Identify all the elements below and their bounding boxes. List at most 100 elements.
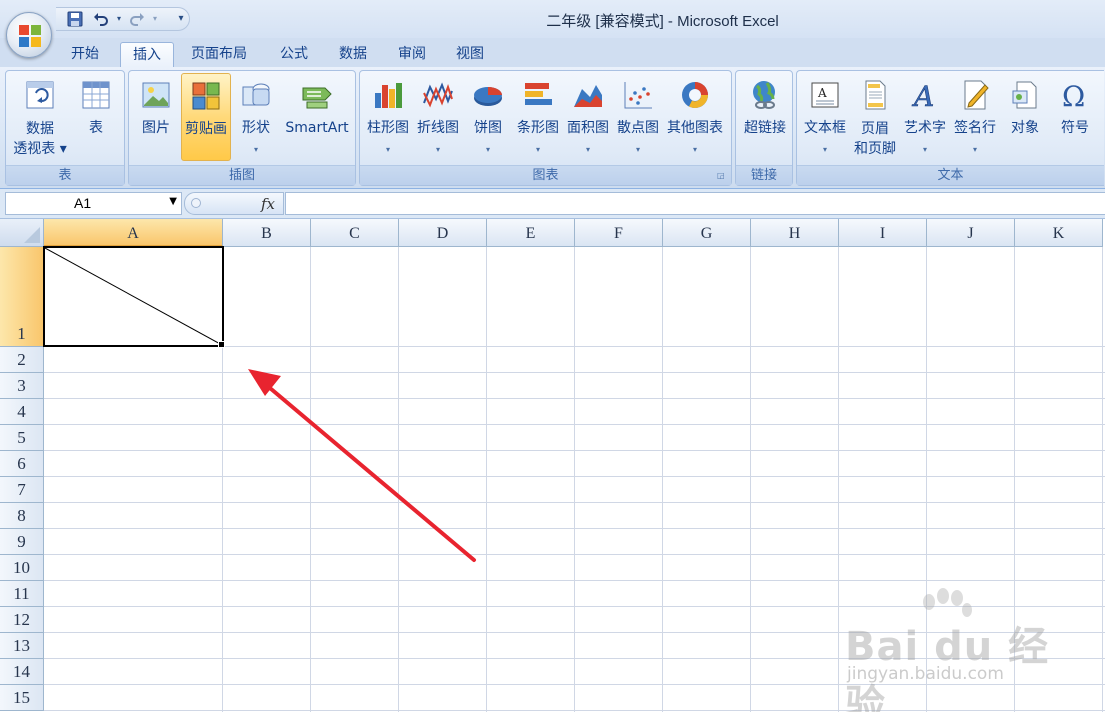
tab-page-layout[interactable]: 页面布局 bbox=[179, 42, 259, 67]
scatter-chart-button[interactable]: 散点图 ▾ bbox=[614, 73, 662, 161]
row-header-4[interactable]: 4 bbox=[0, 399, 44, 425]
symbol-button[interactable]: Ω 符号 bbox=[1051, 73, 1099, 161]
group-charts-label: 图表 bbox=[360, 165, 731, 185]
title-bar: ▾ ▾ ▾ 二年级 [兼容模式] - Microsoft Excel bbox=[0, 0, 1105, 38]
signature-line-button[interactable]: 签名行 ▾ bbox=[951, 73, 999, 161]
column-header-c[interactable]: C bbox=[311, 219, 399, 247]
column-header-g[interactable]: G bbox=[663, 219, 751, 247]
row-number: 12 bbox=[13, 610, 30, 629]
formula-input[interactable] bbox=[285, 192, 1105, 215]
smartart-button[interactable]: SmartArt bbox=[281, 73, 353, 161]
office-logo-icon bbox=[19, 25, 41, 47]
ribbon-tabs: 开始 插入 页面布局 公式 数据 审阅 视图 bbox=[0, 38, 1105, 67]
shapes-button[interactable]: 形状 ▾ bbox=[233, 73, 279, 161]
column-header-e[interactable]: E bbox=[487, 219, 575, 247]
column-header-b[interactable]: B bbox=[223, 219, 311, 247]
header-footer-button[interactable]: 页眉 和页脚 bbox=[851, 73, 899, 161]
text-box-dropdown-icon: ▾ bbox=[822, 145, 827, 154]
bar-chart-button[interactable]: 条形图 ▾ bbox=[514, 73, 562, 161]
symbol-label: 符号 bbox=[1061, 120, 1089, 136]
picture-icon bbox=[142, 82, 170, 108]
pie-chart-button[interactable]: 饼图 ▾ bbox=[464, 73, 512, 161]
name-box[interactable]: A1 ▼ bbox=[5, 192, 182, 215]
svg-text:A: A bbox=[817, 86, 827, 100]
name-box-dropdown-icon[interactable]: ▼ bbox=[169, 196, 177, 207]
hyperlink-button[interactable]: 超链接 bbox=[740, 73, 790, 161]
clip-art-button[interactable]: 剪贴画 bbox=[181, 73, 231, 161]
column-chart-button[interactable]: 柱形图 ▾ bbox=[364, 73, 412, 161]
insert-function-icon[interactable]: fx bbox=[261, 195, 275, 213]
row-header-3[interactable]: 3 bbox=[0, 373, 44, 399]
row-number: 5 bbox=[17, 428, 26, 447]
row-header-11[interactable]: 11 bbox=[0, 581, 44, 607]
tab-data[interactable]: 数据 bbox=[327, 42, 379, 67]
column-header-j[interactable]: J bbox=[927, 219, 1015, 247]
tab-view[interactable]: 视图 bbox=[444, 42, 496, 67]
row-number: 3 bbox=[17, 376, 26, 395]
table-label: 表 bbox=[89, 120, 103, 136]
pivot-table-button[interactable]: 数据 透视表 ▾ bbox=[10, 73, 70, 161]
row-header-9[interactable]: 9 bbox=[0, 529, 44, 555]
tab-home[interactable]: 开始 bbox=[59, 42, 111, 67]
row-header-14[interactable]: 14 bbox=[0, 659, 44, 685]
pivot-table-icon bbox=[26, 81, 54, 109]
tab-formulas[interactable]: 公式 bbox=[268, 42, 320, 67]
signature-line-icon bbox=[964, 80, 989, 110]
row-number: 10 bbox=[13, 558, 30, 577]
formula-bar: A1 ▼ fx bbox=[0, 189, 1105, 219]
row-header-15[interactable]: 15 bbox=[0, 685, 44, 711]
text-box-button[interactable]: A 文本框 ▾ bbox=[801, 73, 849, 161]
table-icon bbox=[82, 81, 110, 109]
row-number: 13 bbox=[13, 636, 30, 655]
row-header-1[interactable]: 1 bbox=[0, 247, 44, 347]
column-header-d[interactable]: D bbox=[399, 219, 487, 247]
line-chart-dropdown-icon: ▾ bbox=[435, 145, 440, 154]
group-text: A 文本框 ▾ 页眉 和页脚 A 艺术字 ▾ 签名行 ▾ 对象 Ω 符号 文本 bbox=[796, 70, 1104, 186]
row-header-8[interactable]: 8 bbox=[0, 503, 44, 529]
row-header-12[interactable]: 12 bbox=[0, 607, 44, 633]
table-button[interactable]: 表 bbox=[72, 73, 120, 161]
clip-art-icon bbox=[192, 82, 220, 110]
cell-a1-diagonal-border[interactable] bbox=[43, 246, 224, 347]
ribbon: 数据 透视表 ▾ 表 表 图片 剪贴画 形状 ▾ SmartArt 插图 柱形图… bbox=[0, 67, 1105, 189]
group-tables-label: 表 bbox=[6, 165, 124, 185]
baidu-jingyan-watermark: Bai du 经验 jingyan.baidu.com bbox=[845, 588, 1055, 712]
other-charts-dropdown-icon: ▾ bbox=[692, 145, 697, 154]
wordart-button[interactable]: A 艺术字 ▾ bbox=[901, 73, 949, 161]
row-header-13[interactable]: 13 bbox=[0, 633, 44, 659]
tab-insert[interactable]: 插入 bbox=[120, 42, 174, 67]
row-number: 11 bbox=[13, 584, 30, 603]
row-header-5[interactable]: 5 bbox=[0, 425, 44, 451]
fill-handle[interactable] bbox=[218, 341, 225, 348]
column-header-h[interactable]: H bbox=[751, 219, 839, 247]
area-chart-button[interactable]: 面积图 ▾ bbox=[564, 73, 612, 161]
group-tables: 数据 透视表 ▾ 表 表 bbox=[5, 70, 125, 186]
signature-line-dropdown-icon: ▾ bbox=[972, 145, 977, 154]
formula-bar-handle-icon[interactable] bbox=[191, 198, 201, 208]
office-button[interactable] bbox=[6, 12, 52, 58]
other-charts-button[interactable]: 其他图表 ▾ bbox=[664, 73, 726, 161]
tab-review[interactable]: 审阅 bbox=[386, 42, 438, 67]
row-number: 6 bbox=[17, 454, 26, 473]
wordart-icon: A bbox=[911, 80, 935, 111]
hyperlink-label: 超链接 bbox=[744, 120, 786, 136]
row-header-7[interactable]: 7 bbox=[0, 477, 44, 503]
shapes-dropdown-icon: ▾ bbox=[253, 145, 258, 154]
line-chart-button[interactable]: 折线图 ▾ bbox=[414, 73, 462, 161]
smartart-icon bbox=[302, 87, 332, 109]
other-charts-label: 其他图表 bbox=[667, 120, 723, 136]
column-header-f[interactable]: F bbox=[575, 219, 663, 247]
column-header-k[interactable]: K bbox=[1015, 219, 1103, 247]
row-header-6[interactable]: 6 bbox=[0, 451, 44, 477]
object-icon bbox=[1012, 81, 1037, 109]
group-links: 超链接 链接 bbox=[735, 70, 793, 186]
select-all-button[interactable] bbox=[0, 219, 44, 247]
charts-dialog-launcher-icon[interactable]: ◲ bbox=[717, 171, 727, 181]
pivot-table-label-2: 透视表 ▾ bbox=[13, 141, 67, 157]
picture-button[interactable]: 图片 bbox=[133, 73, 179, 161]
row-header-10[interactable]: 10 bbox=[0, 555, 44, 581]
object-button[interactable]: 对象 bbox=[1001, 73, 1049, 161]
column-header-i[interactable]: I bbox=[839, 219, 927, 247]
row-header-2[interactable]: 2 bbox=[0, 347, 44, 373]
column-header-a[interactable]: A bbox=[44, 219, 223, 247]
